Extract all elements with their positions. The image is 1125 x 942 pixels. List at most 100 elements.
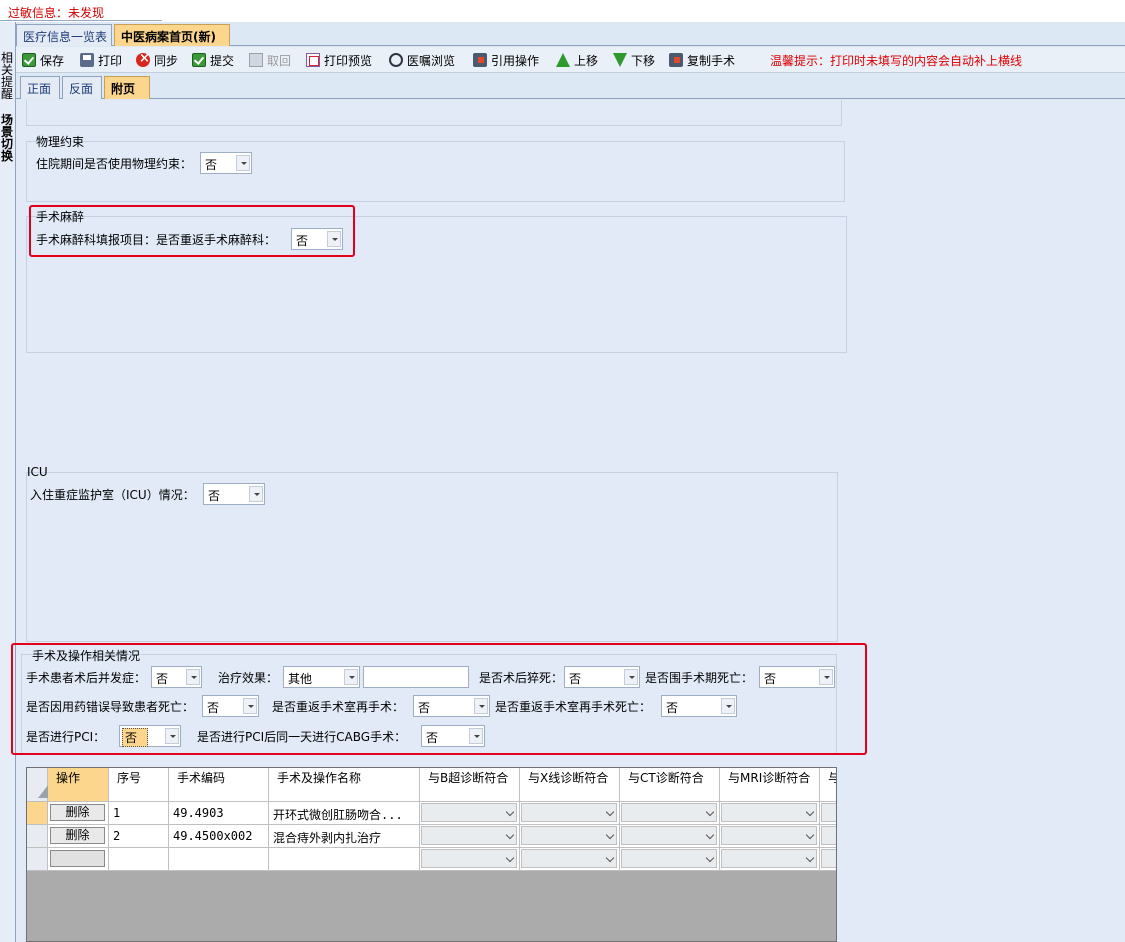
magnifier-icon [389,53,403,67]
table-cell-name[interactable] [269,848,420,871]
order-browse-button[interactable]: 医嘱浏览 [389,51,455,69]
move-up-button[interactable]: 上移 [556,51,598,69]
row-selector[interactable] [27,825,48,848]
table-cell-seq[interactable] [109,848,169,871]
status-underline [0,20,162,21]
physical-restraint-select[interactable]: 否 [200,152,252,174]
table-cell-code[interactable]: 49.4903 [169,802,269,825]
table-cell-name[interactable]: 混合痔外剥内扎治疗 [269,825,420,848]
table-cell-ct [620,802,720,825]
mri-match-select[interactable] [721,826,817,845]
more-match-select[interactable] [821,803,836,822]
chevron-down-icon[interactable] [249,486,263,502]
table-cell-code[interactable]: 49.4500x002 [169,825,269,848]
ct-match-select[interactable] [621,826,717,845]
table-cell-seq[interactable]: 2 [109,825,169,848]
operation-icon [473,53,487,67]
table-cell-code[interactable] [169,848,269,871]
icu-select[interactable]: 否 [203,483,265,505]
copy-surgery-button[interactable]: 复制手术 [669,51,735,69]
tab-appendix[interactable]: 附页 [104,76,150,99]
allergy-status-text: 过敏信息：未发现 [8,6,105,20]
print-tip: 温馨提示：打印时未填写的内容会自动补上横线 [770,54,1023,68]
table-cell-ct [620,848,720,871]
physical-restraint-title: 物理约束 [36,135,85,149]
bus-match-select[interactable] [421,826,517,845]
table-row-cell: 删除 [48,825,109,848]
table-cell-more [820,848,836,871]
tab-back[interactable]: 反面 [62,76,102,99]
main-tab-strip: 医疗信息一览表 中医病案首页(新) [16,24,1125,46]
row-selector[interactable] [27,802,48,825]
surgery-grid: 操作 序号 手术编码 手术及操作名称 与B超诊断符合 与X线诊断符合 与CT诊断… [26,767,837,942]
submit-button[interactable]: 提交 [192,51,234,69]
icu-label: 入住重症监护室（ICU）情况： [30,488,195,502]
mri-match-select[interactable] [721,849,817,868]
table-cell-xray [520,802,620,825]
tab-tcm-record-front[interactable]: 中医病案首页(新) [114,24,230,46]
table-cell-mri [720,825,820,848]
previous-section-box [26,100,842,126]
side-tab-scene-switch[interactable]: 场景切换 [0,114,14,162]
empty-row-button[interactable] [50,850,105,867]
reference-operation-button[interactable]: 引用操作 [473,51,539,69]
sync-icon [136,51,150,67]
bus-match-select[interactable] [421,803,517,822]
xray-match-select[interactable] [521,849,617,868]
arrow-up-icon [556,53,570,67]
table-cell-mri [720,848,820,871]
highlight-surgery [11,643,867,755]
table-cell-ct [620,825,720,848]
icu-title: ICU [27,465,48,479]
more-match-select[interactable] [821,849,836,868]
ct-match-select[interactable] [621,849,717,868]
bus-match-select[interactable] [421,849,517,868]
retrieve-icon [249,53,263,67]
table-cell-mri [720,802,820,825]
table-cell-more [820,802,836,825]
highlight-anesthesia [29,205,355,257]
grid-header-bus: 与B超诊断符合 [420,768,520,802]
mri-match-select[interactable] [721,803,817,822]
ct-match-select[interactable] [621,803,717,822]
print-icon [80,53,94,67]
table-cell-name[interactable]: 开环式微创肛肠吻合... [269,802,420,825]
delete-row-button[interactable]: 删除 [50,827,105,844]
grid-header-seq: 序号 [109,768,169,802]
row-selector[interactable] [27,848,48,871]
sync-button[interactable]: 同步 [136,51,178,69]
tab-front[interactable]: 正面 [20,76,60,99]
print-preview-icon [306,53,320,67]
grid-header-code: 手术编码 [169,768,269,802]
tab-medical-overview[interactable]: 医疗信息一览表 [16,24,112,46]
move-down-button[interactable]: 下移 [613,51,655,69]
more-match-select[interactable] [821,826,836,845]
grid-header-ct: 与CT诊断符合 [620,768,720,802]
table-row-cell: 删除 [48,802,109,825]
table-cell-xray [520,848,620,871]
copy-surgery-icon [669,53,683,67]
print-button[interactable]: 打印 [80,51,122,69]
xray-match-select[interactable] [521,826,617,845]
allergy-status-bar: 过敏信息：未发现 [0,0,1125,22]
grid-corner[interactable] [27,768,52,802]
chevron-down-icon[interactable] [236,155,250,171]
side-tab-reminders[interactable]: 相关提醒 [0,52,14,100]
arrow-down-icon [613,53,627,67]
grid-header-more: 与 [820,768,836,802]
grid-header-operation: 操作 [48,768,109,802]
xray-match-select[interactable] [521,803,617,822]
retrieve-button[interactable]: 取回 [249,51,291,69]
grid-header-name: 手术及操作名称 [269,768,420,802]
table-cell-seq[interactable]: 1 [109,802,169,825]
grid-header-mri: 与MRI诊断符合 [720,768,820,802]
table-row-cell [48,848,109,871]
table-cell-more [820,825,836,848]
physical-restraint-label: 住院期间是否使用物理约束： [36,157,193,171]
left-side-panel: 相关提醒 场景切换 [0,22,16,942]
table-cell-bus [420,848,520,871]
delete-row-button[interactable]: 删除 [50,804,105,821]
save-button[interactable]: 保存 [22,51,64,69]
check-icon [192,53,206,67]
print-preview-button[interactable]: 打印预览 [306,51,372,69]
